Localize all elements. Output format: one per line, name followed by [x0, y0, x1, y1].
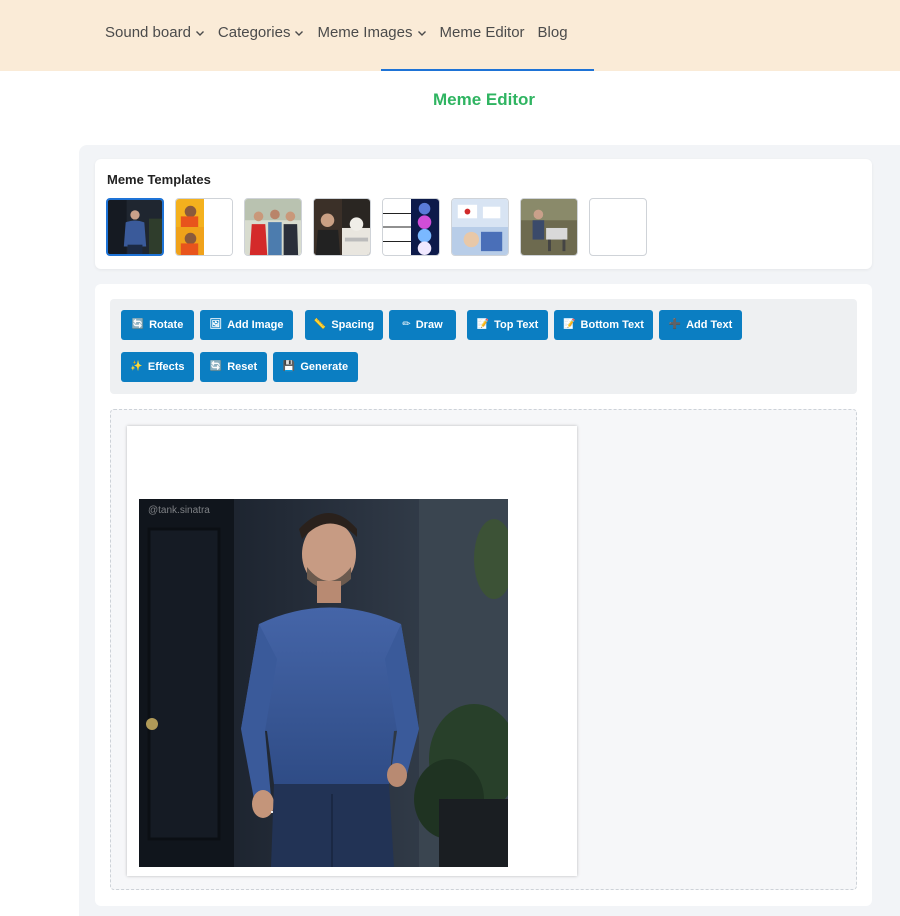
memo-icon: 📝	[563, 319, 576, 330]
nav-item-sound-board[interactable]: Sound board	[105, 24, 205, 41]
template-change-my-mind[interactable]	[520, 198, 578, 256]
button-label: Top Text	[494, 319, 539, 331]
meme-image[interactable]: @tank.sinatra	[139, 499, 508, 867]
button-label: Effects	[147, 361, 185, 373]
template-woman-yelling-at-cat[interactable]	[313, 198, 371, 256]
nav-item-label: Sound board	[105, 24, 191, 41]
top-text-button[interactable]: 📝 Top Text	[467, 310, 548, 340]
chevron-down-icon	[294, 28, 304, 38]
meme-photo	[139, 499, 508, 867]
spacing-button[interactable]: 📏 Spacing	[305, 310, 383, 340]
template-expanding-brain[interactable]	[382, 198, 440, 256]
button-label: Draw	[415, 319, 443, 331]
rotate-button[interactable]: 🔄 Rotate	[121, 310, 194, 340]
pencil-icon: ✏	[402, 319, 411, 330]
button-label: Rotate	[149, 319, 184, 331]
sparkles-icon: ✨	[130, 361, 143, 372]
button-label: Generate	[300, 361, 349, 373]
reset-icon: 🔄	[209, 361, 223, 372]
button-label: Add Image	[227, 319, 284, 331]
add-text-button[interactable]: ➕ Add Text	[659, 310, 742, 340]
template-blank[interactable]	[589, 198, 647, 256]
nav-item-categories[interactable]: Categories	[218, 24, 305, 41]
draw-button[interactable]: ✏ Draw	[389, 310, 456, 340]
button-label: Reset	[227, 361, 258, 373]
template-list	[106, 198, 658, 256]
nav-item-blog[interactable]: Blog	[538, 24, 568, 41]
template-is-this-a-pigeon[interactable]	[451, 198, 509, 256]
button-label: Spacing	[331, 319, 375, 331]
plus-icon: ➕	[668, 319, 682, 330]
template-sad-affleck[interactable]	[106, 198, 164, 256]
editor-toolbar: 🔄 Rotate 🖼 Add Image 📏 Spacing ✏ Draw 📝 …	[110, 299, 857, 394]
top-nav: Sound board Categories Meme Images Meme …	[0, 0, 900, 71]
nav-menu: Sound board Categories Meme Images Meme …	[105, 24, 581, 41]
image-icon: 🖼	[209, 319, 223, 330]
reset-button[interactable]: 🔄 Reset	[200, 352, 267, 382]
meme-canvas[interactable]: @tank.sinatra	[127, 426, 577, 876]
memo-icon: 📝	[476, 319, 490, 330]
chevron-down-icon	[195, 28, 205, 38]
templates-panel: Meme Templates	[95, 159, 872, 269]
nav-item-meme-images[interactable]: Meme Images	[317, 24, 426, 41]
template-distracted-boyfriend[interactable]	[244, 198, 302, 256]
active-tab-indicator	[381, 69, 594, 71]
bottom-text-button[interactable]: 📝 Bottom Text	[554, 310, 653, 340]
templates-title: Meme Templates	[107, 172, 211, 187]
chevron-down-icon	[417, 28, 427, 38]
editor-panel: 🔄 Rotate 🖼 Add Image 📏 Spacing ✏ Draw 📝 …	[95, 284, 872, 906]
effects-button[interactable]: ✨ Effects	[121, 352, 194, 382]
template-drake[interactable]	[175, 198, 233, 256]
button-label: Add Text	[686, 319, 733, 331]
add-image-button[interactable]: 🖼 Add Image	[200, 310, 293, 340]
rotate-icon: 🔄	[131, 319, 145, 330]
generate-button[interactable]: 💾 Generate	[273, 352, 358, 382]
nav-item-label: Meme Images	[317, 24, 413, 41]
ruler-icon: 📏	[313, 319, 327, 330]
floppy-disk-icon: 💾	[282, 361, 296, 372]
canvas-dropzone: @tank.sinatra	[110, 409, 857, 890]
button-label: Bottom Text	[580, 319, 644, 331]
meme-watermark: @tank.sinatra	[148, 505, 210, 516]
nav-item-label: Meme Editor	[439, 24, 525, 41]
nav-item-meme-editor[interactable]: Meme Editor	[440, 24, 525, 41]
nav-item-label: Categories	[217, 24, 291, 41]
page-title: Meme Editor	[432, 90, 536, 109]
nav-item-label: Blog	[537, 24, 568, 41]
